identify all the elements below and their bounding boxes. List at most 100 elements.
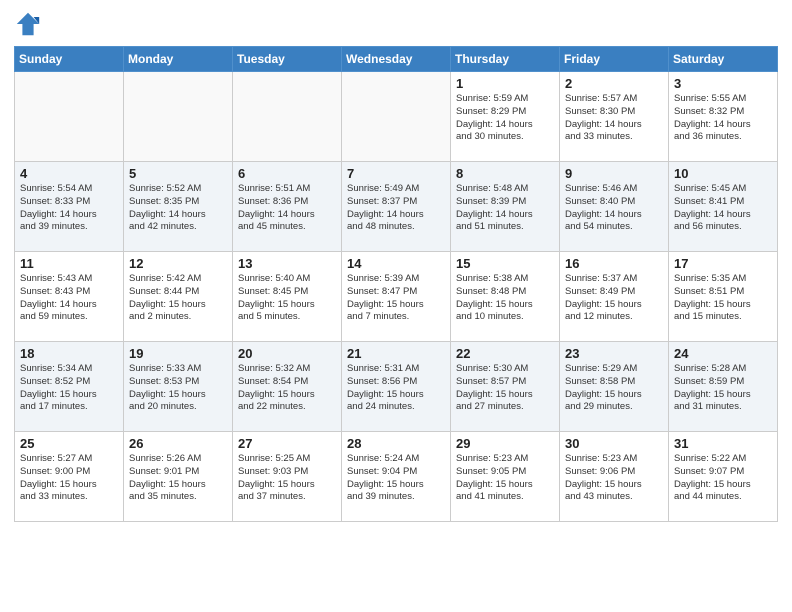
day-number: 27: [238, 436, 336, 451]
cell-info: Sunrise: 5:43 AM Sunset: 8:43 PM Dayligh…: [20, 273, 118, 324]
day-number: 11: [20, 256, 118, 271]
calendar-cell: 2 Sunrise: 5:57 AM Sunset: 8:30 PM Daylig…: [560, 72, 669, 162]
cell-info: Sunrise: 5:23 AM Sunset: 9:05 PM Dayligh…: [456, 453, 554, 504]
calendar-cell: 18 Sunrise: 5:34 AM Sunset: 8:52 PM Dayli…: [15, 342, 124, 432]
calendar-cell: 1Sunrise: 5:59 AM Sunset: 8:29 PM Daylig…: [451, 72, 560, 162]
week-row-3: 11 Sunrise: 5:43 AM Sunset: 8:43 PM Dayli…: [15, 252, 778, 342]
cell-info: Sunrise: 5:22 AM Sunset: 9:07 PM Dayligh…: [674, 453, 772, 504]
cell-info: Sunrise: 5:39 AM Sunset: 8:47 PM Dayligh…: [347, 273, 445, 324]
day-number: 9: [565, 166, 663, 181]
day-number: 25: [20, 436, 118, 451]
cell-info: Sunrise: 5:24 AM Sunset: 9:04 PM Dayligh…: [347, 453, 445, 504]
calendar-cell: 25 Sunrise: 5:27 AM Sunset: 9:00 PM Dayli…: [15, 432, 124, 522]
calendar-cell: 28 Sunrise: 5:24 AM Sunset: 9:04 PM Dayli…: [342, 432, 451, 522]
cell-info: Sunrise: 5:35 AM Sunset: 8:51 PM Dayligh…: [674, 273, 772, 324]
calendar-cell: 15 Sunrise: 5:38 AM Sunset: 8:48 PM Dayli…: [451, 252, 560, 342]
day-number: 14: [347, 256, 445, 271]
day-number: 18: [20, 346, 118, 361]
day-number: 6: [238, 166, 336, 181]
calendar-cell: 4Sunrise: 5:54 AM Sunset: 8:33 PM Daylig…: [15, 162, 124, 252]
cell-info: Sunrise: 5:25 AM Sunset: 9:03 PM Dayligh…: [238, 453, 336, 504]
day-header-row: SundayMondayTuesdayWednesdayThursdayFrid…: [15, 47, 778, 72]
calendar-cell: 24 Sunrise: 5:28 AM Sunset: 8:59 PM Dayli…: [669, 342, 778, 432]
day-header-sunday: Sunday: [15, 47, 124, 72]
calendar-cell: 23 Sunrise: 5:29 AM Sunset: 8:58 PM Dayli…: [560, 342, 669, 432]
calendar-cell: 6 Sunrise: 5:51 AM Sunset: 8:36 PM Daylig…: [233, 162, 342, 252]
cell-info: Sunrise: 5:23 AM Sunset: 9:06 PM Dayligh…: [565, 453, 663, 504]
calendar-cell: 16 Sunrise: 5:37 AM Sunset: 8:49 PM Dayli…: [560, 252, 669, 342]
calendar-cell: 12 Sunrise: 5:42 AM Sunset: 8:44 PM Dayli…: [124, 252, 233, 342]
day-number: 10: [674, 166, 772, 181]
calendar-cell: [233, 72, 342, 162]
calendar-cell: 8 Sunrise: 5:48 AM Sunset: 8:39 PM Daylig…: [451, 162, 560, 252]
calendar-cell: [124, 72, 233, 162]
calendar-body: 1Sunrise: 5:59 AM Sunset: 8:29 PM Daylig…: [15, 72, 778, 522]
calendar-cell: 20 Sunrise: 5:32 AM Sunset: 8:54 PM Dayli…: [233, 342, 342, 432]
day-number: 5: [129, 166, 227, 181]
calendar-cell: 14 Sunrise: 5:39 AM Sunset: 8:47 PM Dayli…: [342, 252, 451, 342]
day-number: 15: [456, 256, 554, 271]
day-number: 12: [129, 256, 227, 271]
cell-info: Sunrise: 5:33 AM Sunset: 8:53 PM Dayligh…: [129, 363, 227, 414]
cell-info: Sunrise: 5:28 AM Sunset: 8:59 PM Dayligh…: [674, 363, 772, 414]
day-header-monday: Monday: [124, 47, 233, 72]
day-number: 8: [456, 166, 554, 181]
day-header-tuesday: Tuesday: [233, 47, 342, 72]
day-number: 4: [20, 166, 118, 181]
cell-info: Sunrise: 5:42 AM Sunset: 8:44 PM Dayligh…: [129, 273, 227, 324]
week-row-2: 4Sunrise: 5:54 AM Sunset: 8:33 PM Daylig…: [15, 162, 778, 252]
cell-info: Sunrise: 5:26 AM Sunset: 9:01 PM Dayligh…: [129, 453, 227, 504]
calendar-cell: 22Sunrise: 5:30 AM Sunset: 8:57 PM Dayli…: [451, 342, 560, 432]
cell-info: Sunrise: 5:59 AM Sunset: 8:29 PM Dayligh…: [456, 93, 554, 144]
calendar-cell: 27 Sunrise: 5:25 AM Sunset: 9:03 PM Dayli…: [233, 432, 342, 522]
cell-info: Sunrise: 5:37 AM Sunset: 8:49 PM Dayligh…: [565, 273, 663, 324]
cell-info: Sunrise: 5:32 AM Sunset: 8:54 PM Dayligh…: [238, 363, 336, 414]
day-number: 29: [456, 436, 554, 451]
day-number: 7: [347, 166, 445, 181]
cell-info: Sunrise: 5:48 AM Sunset: 8:39 PM Dayligh…: [456, 183, 554, 234]
day-number: 21: [347, 346, 445, 361]
day-number: 31: [674, 436, 772, 451]
calendar-cell: 13Sunrise: 5:40 AM Sunset: 8:45 PM Dayli…: [233, 252, 342, 342]
week-row-5: 25 Sunrise: 5:27 AM Sunset: 9:00 PM Dayli…: [15, 432, 778, 522]
day-header-saturday: Saturday: [669, 47, 778, 72]
calendar-cell: 5Sunrise: 5:52 AM Sunset: 8:35 PM Daylig…: [124, 162, 233, 252]
cell-info: Sunrise: 5:38 AM Sunset: 8:48 PM Dayligh…: [456, 273, 554, 324]
cell-info: Sunrise: 5:31 AM Sunset: 8:56 PM Dayligh…: [347, 363, 445, 414]
calendar-cell: 10 Sunrise: 5:45 AM Sunset: 8:41 PM Dayli…: [669, 162, 778, 252]
calendar-cell: 11 Sunrise: 5:43 AM Sunset: 8:43 PM Dayli…: [15, 252, 124, 342]
cell-info: Sunrise: 5:45 AM Sunset: 8:41 PM Dayligh…: [674, 183, 772, 234]
calendar-cell: 26 Sunrise: 5:26 AM Sunset: 9:01 PM Dayli…: [124, 432, 233, 522]
cell-info: Sunrise: 5:29 AM Sunset: 8:58 PM Dayligh…: [565, 363, 663, 414]
cell-info: Sunrise: 5:46 AM Sunset: 8:40 PM Dayligh…: [565, 183, 663, 234]
day-number: 23: [565, 346, 663, 361]
day-number: 17: [674, 256, 772, 271]
calendar-cell: 9 Sunrise: 5:46 AM Sunset: 8:40 PM Daylig…: [560, 162, 669, 252]
cell-info: Sunrise: 5:30 AM Sunset: 8:57 PM Dayligh…: [456, 363, 554, 414]
day-number: 3: [674, 76, 772, 91]
cell-info: Sunrise: 5:49 AM Sunset: 8:37 PM Dayligh…: [347, 183, 445, 234]
calendar-cell: 30Sunrise: 5:23 AM Sunset: 9:06 PM Dayli…: [560, 432, 669, 522]
calendar-cell: 17 Sunrise: 5:35 AM Sunset: 8:51 PM Dayli…: [669, 252, 778, 342]
calendar-cell: 31 Sunrise: 5:22 AM Sunset: 9:07 PM Dayli…: [669, 432, 778, 522]
header: [14, 10, 778, 38]
cell-info: Sunrise: 5:51 AM Sunset: 8:36 PM Dayligh…: [238, 183, 336, 234]
cell-info: Sunrise: 5:34 AM Sunset: 8:52 PM Dayligh…: [20, 363, 118, 414]
day-number: 20: [238, 346, 336, 361]
day-number: 2: [565, 76, 663, 91]
cell-info: Sunrise: 5:40 AM Sunset: 8:45 PM Dayligh…: [238, 273, 336, 324]
day-number: 24: [674, 346, 772, 361]
calendar-cell: 3Sunrise: 5:55 AM Sunset: 8:32 PM Daylig…: [669, 72, 778, 162]
cell-info: Sunrise: 5:57 AM Sunset: 8:30 PM Dayligh…: [565, 93, 663, 144]
day-number: 28: [347, 436, 445, 451]
day-header-friday: Friday: [560, 47, 669, 72]
week-row-4: 18 Sunrise: 5:34 AM Sunset: 8:52 PM Dayli…: [15, 342, 778, 432]
calendar-table: SundayMondayTuesdayWednesdayThursdayFrid…: [14, 46, 778, 522]
calendar-page: SundayMondayTuesdayWednesdayThursdayFrid…: [0, 0, 792, 532]
calendar-header: SundayMondayTuesdayWednesdayThursdayFrid…: [15, 47, 778, 72]
day-number: 16: [565, 256, 663, 271]
calendar-cell: 7 Sunrise: 5:49 AM Sunset: 8:37 PM Daylig…: [342, 162, 451, 252]
logo: [14, 10, 46, 38]
day-number: 26: [129, 436, 227, 451]
cell-info: Sunrise: 5:27 AM Sunset: 9:00 PM Dayligh…: [20, 453, 118, 504]
